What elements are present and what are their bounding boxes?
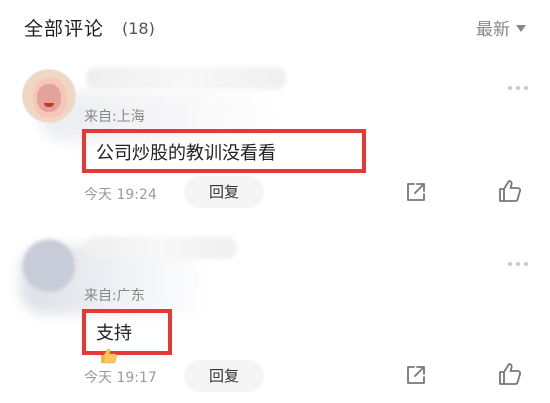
comments-header: 全部评论 (18) 最新 xyxy=(0,0,550,60)
username-redacted xyxy=(86,67,286,89)
dot xyxy=(508,262,512,266)
avatar-face-detail xyxy=(37,84,61,112)
dot xyxy=(524,86,528,90)
dot xyxy=(516,262,520,266)
reply-button[interactable]: 回复 xyxy=(184,176,264,208)
more-dots-icon[interactable] xyxy=(508,86,528,90)
sort-dropdown[interactable]: 最新 xyxy=(476,15,526,40)
comment-time: 今天 19:24 xyxy=(84,187,157,203)
avatar[interactable] xyxy=(22,69,76,123)
thumbs-up-emoji-icon xyxy=(101,348,117,364)
sort-label: 最新 xyxy=(476,20,510,40)
reply-button[interactable]: 回复 xyxy=(184,360,264,392)
comment-text: 支持 xyxy=(96,323,132,344)
username-redacted xyxy=(86,237,236,259)
comment-content: 支持 xyxy=(82,309,172,364)
comment-count: (18) xyxy=(122,19,155,38)
share-icon[interactable] xyxy=(404,180,428,204)
comments-title: 全部评论 xyxy=(24,18,105,40)
thumbs-up-icon[interactable] xyxy=(497,361,523,387)
caret-down-icon xyxy=(516,25,526,32)
comment-time: 今天 19:17 xyxy=(84,370,157,386)
comment-item: 来自:上海 公司炒股的教训没看看 今天 19:24 回复 xyxy=(0,60,550,230)
share-icon[interactable] xyxy=(404,363,428,387)
avatar[interactable] xyxy=(22,239,76,293)
comment-location: 来自:广东 xyxy=(84,288,145,304)
comment-location: 来自:上海 xyxy=(84,109,145,125)
thumbs-up-icon[interactable] xyxy=(497,178,523,204)
dot xyxy=(508,86,512,90)
comment-item: 来自:广东 支持 今天 19:17 回复 xyxy=(0,225,550,395)
comment-content: 公司炒股的教训没看看 xyxy=(82,129,366,173)
comment-text: 公司炒股的教训没看看 xyxy=(96,143,276,164)
dot xyxy=(516,86,520,90)
more-dots-icon[interactable] xyxy=(508,262,528,266)
dot xyxy=(524,262,528,266)
